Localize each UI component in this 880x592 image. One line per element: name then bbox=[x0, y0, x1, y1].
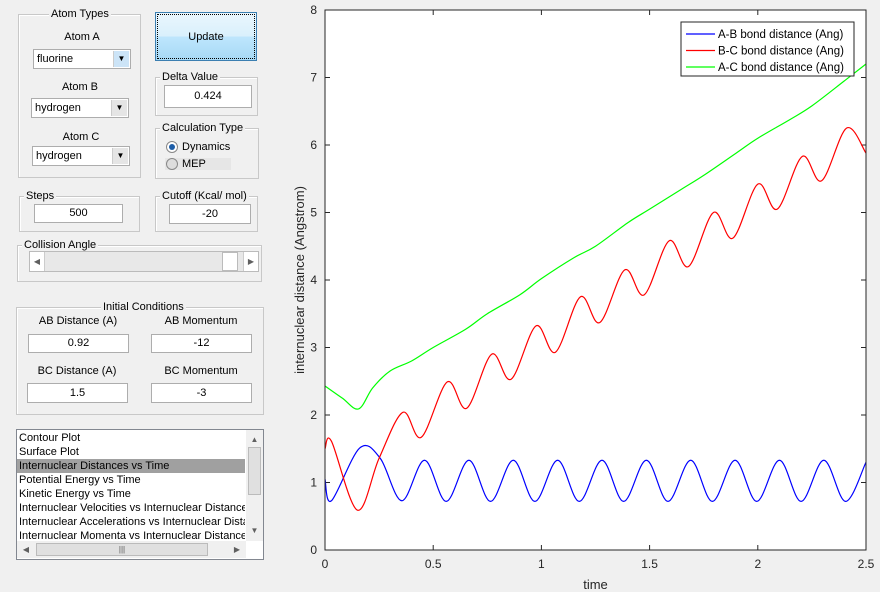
update-button[interactable]: Update bbox=[155, 12, 257, 61]
atom-a-label: Atom A bbox=[64, 31, 100, 43]
y-tick-label: 2 bbox=[310, 408, 317, 422]
list-item[interactable]: Kinetic Energy vs Time bbox=[17, 487, 245, 501]
ab-momentum-label: AB Momentum bbox=[164, 315, 238, 327]
legend-entry: A-B bond distance (Ang) bbox=[718, 29, 843, 41]
atom-c-label: Atom C bbox=[62, 131, 100, 143]
y-axis-label: internuclear distance (Angstrom) bbox=[292, 186, 307, 374]
delta-title: Delta Value bbox=[160, 71, 221, 84]
scrollbar-thumb[interactable] bbox=[248, 447, 261, 495]
list-item[interactable]: Internuclear Accelerations vs Internucle… bbox=[17, 515, 245, 529]
bc-distance-input[interactable]: 1.5 bbox=[27, 383, 128, 403]
bc-momentum-label: BC Momentum bbox=[164, 365, 238, 377]
atom-b-select[interactable]: hydrogen ▼ bbox=[31, 98, 129, 118]
radio-dynamics-label: Dynamics bbox=[182, 141, 231, 153]
x-tick-label: 0.5 bbox=[425, 557, 442, 571]
arrow-left-icon[interactable]: ◀ bbox=[30, 252, 45, 271]
radio-dynamics[interactable]: Dynamics bbox=[166, 141, 230, 153]
x-tick-label: 2.5 bbox=[858, 557, 875, 571]
series-line-bc bbox=[324, 127, 867, 511]
atom-b-value: hydrogen bbox=[35, 102, 81, 114]
radio-mep-label: MEP bbox=[182, 158, 206, 170]
atom-a-select[interactable]: fluorine ▼ bbox=[33, 49, 131, 69]
ab-distance-label: AB Distance (A) bbox=[38, 315, 118, 327]
atom-types-title: Atom Types bbox=[49, 8, 111, 21]
ab-distance-input[interactable]: 0.92 bbox=[28, 334, 129, 353]
bc-distance-label: BC Distance (A) bbox=[37, 365, 117, 377]
arrow-left-icon[interactable]: ◀ bbox=[19, 541, 33, 558]
x-tick-label: 1 bbox=[538, 557, 545, 571]
plot-area bbox=[325, 10, 866, 550]
y-tick-label: 8 bbox=[310, 3, 317, 17]
y-tick-label: 1 bbox=[310, 476, 317, 490]
x-tick-label: 2 bbox=[754, 557, 761, 571]
arrow-down-icon[interactable]: ▼ bbox=[246, 523, 263, 537]
radio-selected-icon bbox=[166, 141, 178, 153]
initial-conditions-title: Initial Conditions bbox=[101, 301, 186, 314]
radio-unselected-icon bbox=[166, 158, 178, 170]
chevron-down-icon[interactable]: ▼ bbox=[111, 100, 127, 116]
list-item[interactable]: Contour Plot bbox=[17, 431, 245, 445]
list-item[interactable]: Internuclear Distances vs Time bbox=[17, 459, 245, 473]
x-tick-label: 0 bbox=[322, 557, 329, 571]
steps-input[interactable]: 500 bbox=[34, 204, 123, 223]
atom-b-label: Atom B bbox=[61, 81, 99, 93]
horizontal-scrollbar[interactable]: ◀ ||| ▶ bbox=[17, 541, 246, 558]
legend-box bbox=[680, 21, 855, 77]
y-tick-label: 7 bbox=[310, 71, 317, 85]
list-item[interactable]: Internuclear Velocities vs Internuclear … bbox=[17, 501, 245, 515]
slider-thumb[interactable] bbox=[221, 252, 238, 271]
calc-type-group: Calculation Type bbox=[155, 122, 259, 179]
y-tick-label: 3 bbox=[310, 341, 317, 355]
plot-type-listbox[interactable]: Contour Plot Surface Plot Internuclear Dis… bbox=[16, 429, 264, 560]
arrow-up-icon[interactable]: ▲ bbox=[246, 432, 263, 446]
y-tick-label: 4 bbox=[310, 273, 317, 287]
delta-input[interactable]: 0.424 bbox=[164, 85, 252, 108]
chevron-down-icon[interactable]: ▼ bbox=[113, 51, 129, 67]
legend-entry: A-C bond distance (Ang) bbox=[718, 62, 844, 74]
y-tick-label: 6 bbox=[310, 138, 317, 152]
list-item[interactable]: Surface Plot bbox=[17, 445, 245, 459]
series-line-ab bbox=[324, 444, 867, 503]
calc-type-title: Calculation Type bbox=[160, 122, 246, 135]
x-axis-label: time bbox=[583, 577, 608, 592]
list-item[interactable]: Potential Energy vs Time bbox=[17, 473, 245, 487]
y-tick-label: 5 bbox=[310, 206, 317, 220]
arrow-right-icon[interactable]: ▶ bbox=[243, 252, 258, 271]
series-line-ac bbox=[324, 63, 867, 410]
ab-momentum-input[interactable]: -12 bbox=[151, 334, 252, 353]
scrollbar-thumb[interactable]: ||| bbox=[36, 543, 208, 556]
bc-momentum-input[interactable]: -3 bbox=[151, 383, 252, 403]
arrow-right-icon[interactable]: ▶ bbox=[230, 541, 244, 558]
y-tick-label: 0 bbox=[310, 543, 317, 557]
cutoff-title: Cutoff (Kcal/ mol) bbox=[160, 190, 249, 203]
chevron-down-icon[interactable]: ▼ bbox=[112, 148, 128, 164]
atom-c-select[interactable]: hydrogen ▼ bbox=[32, 146, 130, 166]
axes-box bbox=[324, 9, 867, 551]
radio-mep[interactable]: MEP bbox=[165, 158, 231, 170]
atom-a-value: fluorine bbox=[37, 53, 74, 65]
legend-entry: B-C bond distance (Ang) bbox=[718, 46, 844, 58]
collision-angle-slider[interactable]: ◀ ▶ bbox=[29, 251, 259, 272]
x-tick-label: 1.5 bbox=[641, 557, 658, 571]
vertical-scrollbar[interactable]: ▲ ▼ bbox=[246, 430, 263, 541]
atom-c-value: hydrogen bbox=[36, 150, 82, 162]
steps-title: Steps bbox=[24, 190, 57, 203]
cutoff-input[interactable]: -20 bbox=[169, 204, 251, 224]
